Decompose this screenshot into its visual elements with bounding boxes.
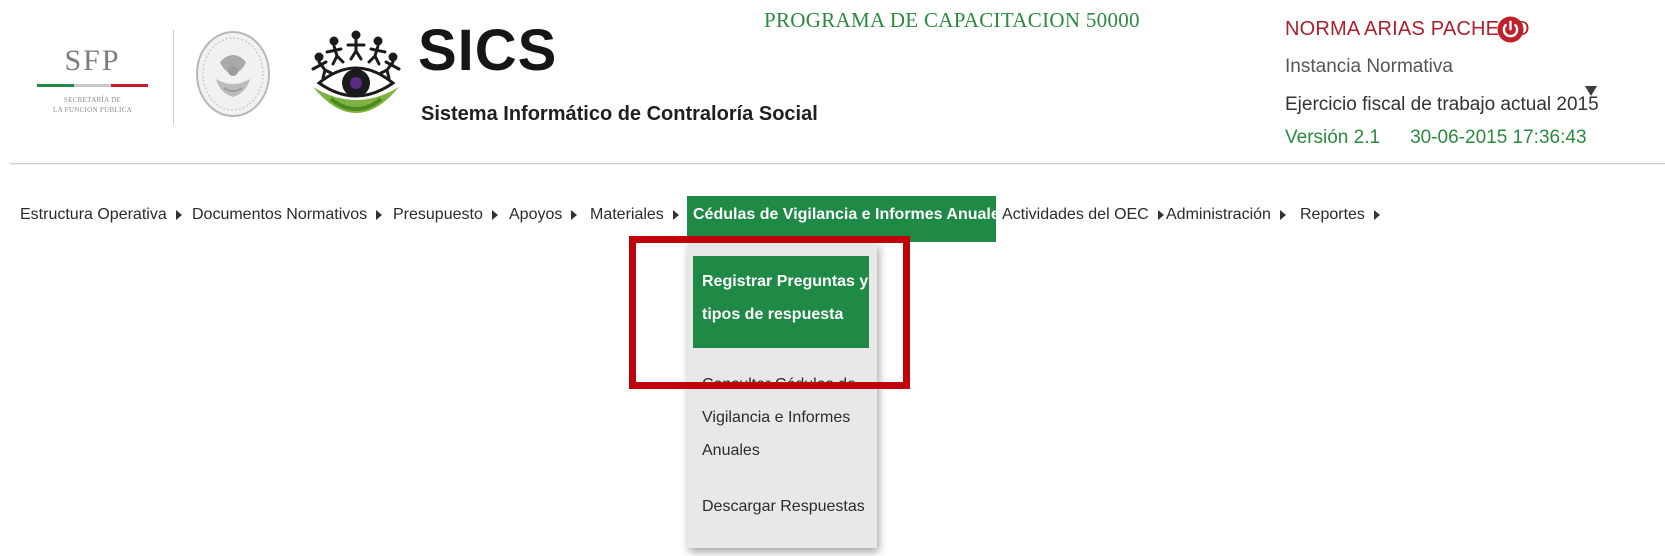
menu-item-materiales[interactable]: Materiales — [590, 196, 679, 242]
menu-label: Presupuesto — [393, 206, 483, 223]
menu-label: Cédulas de Vigilancia e Informes Anuales — [693, 206, 1009, 223]
sfp-logo-subtitle: SECRETARÍA DE LA FUNCIÓN PÚBLICA — [30, 95, 155, 115]
chevron-down-icon[interactable] — [1585, 86, 1597, 96]
menu-item-documentos-normativos[interactable]: Documentos Normativos — [192, 196, 383, 242]
caret-right-icon — [376, 210, 383, 220]
menu-label: Documentos Normativos — [192, 206, 368, 223]
version-info: Versión 2.1 30-06-2015 17:36:43 — [1285, 127, 1587, 149]
sfp-logo: SFP SECRETARÍA DE LA FUNCIÓN PÚBLICA — [30, 42, 155, 142]
submenu-item-line: tipos de respuesta — [702, 306, 844, 323]
version-datetime: 30-06-2015 17:36:43 — [1410, 127, 1587, 148]
fiscal-year-info: Ejercicio fiscal de trabajo actual 2015 — [1285, 94, 1599, 116]
app-header: SFP SECRETARÍA DE LA FUNCIÓN PÚBLICA SIC… — [0, 0, 1665, 164]
menu-label: Estructura Operativa — [20, 206, 167, 223]
submenu-cedulas: Registrar Preguntas y tipos de respuesta… — [687, 242, 877, 548]
caret-right-icon — [491, 210, 498, 220]
menu-label: Administración — [1166, 206, 1271, 223]
sfp-logo-bar — [36, 84, 149, 87]
submenu-item-line: Vigilancia e Informes — [702, 409, 851, 426]
menu-item-administracion[interactable]: Administración — [1166, 196, 1286, 242]
caret-right-icon — [672, 210, 679, 220]
power-icon[interactable] — [1497, 16, 1524, 43]
app-title: SICS — [418, 18, 558, 83]
menu-item-reportes[interactable]: Reportes — [1300, 196, 1380, 242]
menu-item-presupuesto[interactable]: Presupuesto — [393, 196, 498, 242]
caret-right-icon — [1373, 210, 1380, 220]
caret-right-icon — [1279, 210, 1286, 220]
menu-item-estructura-operativa[interactable]: Estructura Operativa — [20, 196, 182, 242]
submenu-item-line: Consultar Cédulas de — [702, 376, 856, 393]
caret-right-icon — [175, 210, 182, 220]
submenu-item-consultar-cedulas[interactable]: Consultar Cédulas de Vigilancia e Inform… — [693, 356, 869, 468]
submenu-item-line: Anuales — [702, 442, 760, 459]
header-rule — [10, 163, 1665, 164]
submenu-item-line: Descargar Respuestas — [702, 498, 865, 515]
user-role: Instancia Normativa — [1285, 56, 1453, 77]
menu-label: Materiales — [590, 206, 664, 223]
menu-item-cedulas-de-vigilancia[interactable]: Cédulas de Vigilancia e Informes Anuales — [687, 196, 1024, 242]
program-title: PROGRAMA DE CAPACITACION 50000 — [764, 8, 1140, 32]
menu-item-apoyos[interactable]: Apoyos — [509, 196, 578, 242]
version-label: Versión 2.1 — [1285, 127, 1381, 148]
menu-label: Apoyos — [509, 206, 563, 223]
caret-right-icon — [1157, 210, 1164, 220]
submenu-item-registrar-preguntas[interactable]: Registrar Preguntas y tipos de respuesta — [693, 256, 869, 348]
user-name: NORMA ARIAS PACHECO — [1285, 18, 1530, 40]
app-subtitle: Sistema Informático de Contraloría Socia… — [421, 103, 818, 125]
fiscal-year-value: 2015 — [1556, 94, 1599, 115]
submenu-item-line: Registrar Preguntas y — [702, 273, 869, 290]
sics-emblem-icon — [311, 30, 401, 113]
coat-of-arms-seal-icon — [196, 31, 270, 117]
caret-right-icon — [571, 210, 578, 220]
menu-item-actividades-del-oec[interactable]: Actividades del OEC — [1002, 196, 1164, 242]
fiscal-year-label: Ejercicio fiscal de trabajo actual — [1285, 94, 1552, 115]
sfp-subtitle-line1: SECRETARÍA DE — [63, 96, 122, 104]
sfp-logo-text: SFP — [64, 44, 121, 77]
header-divider — [173, 30, 174, 125]
menu-label: Actividades del OEC — [1002, 206, 1149, 223]
menu-label: Reportes — [1300, 206, 1365, 223]
sfp-subtitle-line2: LA FUNCIÓN PÚBLICA — [53, 106, 132, 114]
submenu-item-descargar-respuestas[interactable]: Descargar Respuestas — [693, 478, 869, 538]
